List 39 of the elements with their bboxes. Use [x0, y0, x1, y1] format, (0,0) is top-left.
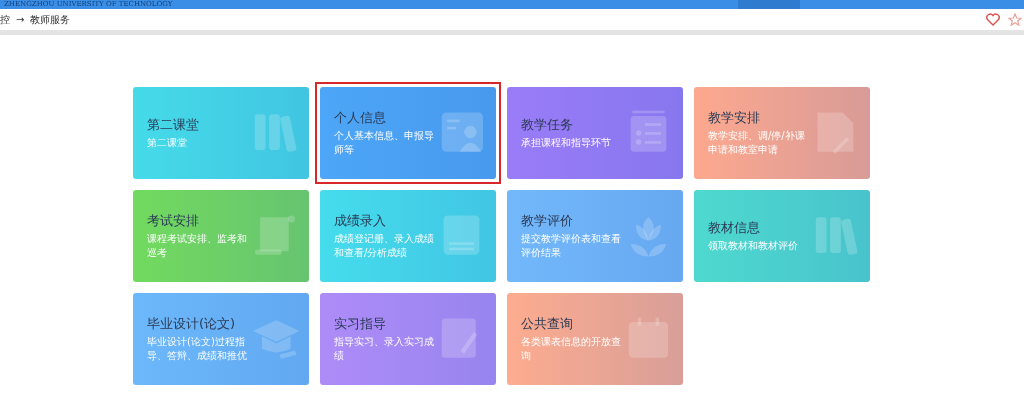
card-title: 公共查询: [521, 315, 574, 333]
heart-icon[interactable]: [986, 13, 1000, 26]
star-icon[interactable]: [1008, 13, 1022, 26]
service-card[interactable]: 教学评价 提交教学评价表和查看评价结果: [507, 190, 683, 282]
service-card[interactable]: 考试安排 课程考试安排、监考和巡考: [133, 190, 309, 282]
card-title: 考试安排: [147, 212, 200, 230]
card-title: 教学安排: [708, 109, 761, 127]
card-description: 提交教学评价表和查看评价结果: [521, 232, 622, 260]
card-description: 各类课表信息的开放查询: [521, 335, 622, 363]
card-description: 个人基本信息、申报导师等: [334, 129, 435, 157]
card-title: 教学任务: [521, 116, 574, 134]
service-card[interactable]: 公共查询 各类课表信息的开放查询: [507, 293, 683, 385]
card-description: 指导实习、录入实习成绩: [334, 335, 435, 363]
card-title: 第二课堂: [147, 116, 200, 134]
service-card[interactable]: 个人信息 个人基本信息、申报导师等: [320, 87, 496, 179]
card-title: 个人信息: [334, 109, 387, 127]
card-description: 成绩登记册、录入成绩和查看/分析成绩: [334, 232, 435, 260]
service-card[interactable]: 第二课堂 第二课堂: [133, 87, 309, 179]
card-title: 毕业设计(论文): [147, 315, 237, 333]
card-title: 成绩录入: [334, 212, 387, 230]
header-segment: [738, 0, 800, 9]
service-card[interactable]: 教材信息 领取教材和教材评价: [694, 190, 870, 282]
card-title: 教材信息: [708, 219, 761, 237]
service-card[interactable]: 教学安排 教学安排、调/停/补课申请和教室申请: [694, 87, 870, 179]
service-card[interactable]: 实习指导 指导实习、录入实习成绩: [320, 293, 496, 385]
breadcrumb-item[interactable]: 控: [0, 12, 10, 27]
card-title: 实习指导: [334, 315, 387, 333]
card-description: 第二课堂: [147, 136, 188, 150]
service-card[interactable]: 教学任务 承担课程和指导环节: [507, 87, 683, 179]
card-description: 领取教材和教材评价: [708, 239, 799, 253]
card-title: 教学评价: [521, 212, 574, 230]
card-description: 教学安排、调/停/补课申请和教室申请: [708, 129, 806, 157]
service-card[interactable]: 毕业设计(论文) 毕业设计(论文)过程指导、答辩、成绩和推优: [133, 293, 309, 385]
card-description: 承担课程和指导环节: [521, 136, 612, 150]
card-description: 毕业设计(论文)过程指导、答辩、成绩和推优: [147, 335, 248, 363]
card-description: 课程考试安排、监考和巡考: [147, 232, 248, 260]
breadcrumb-item[interactable]: 教师服务: [30, 12, 71, 27]
breadcrumb-separator: →: [16, 14, 25, 25]
service-card[interactable]: 成绩录入 成绩登记册、录入成绩和查看/分析成绩: [320, 190, 496, 282]
